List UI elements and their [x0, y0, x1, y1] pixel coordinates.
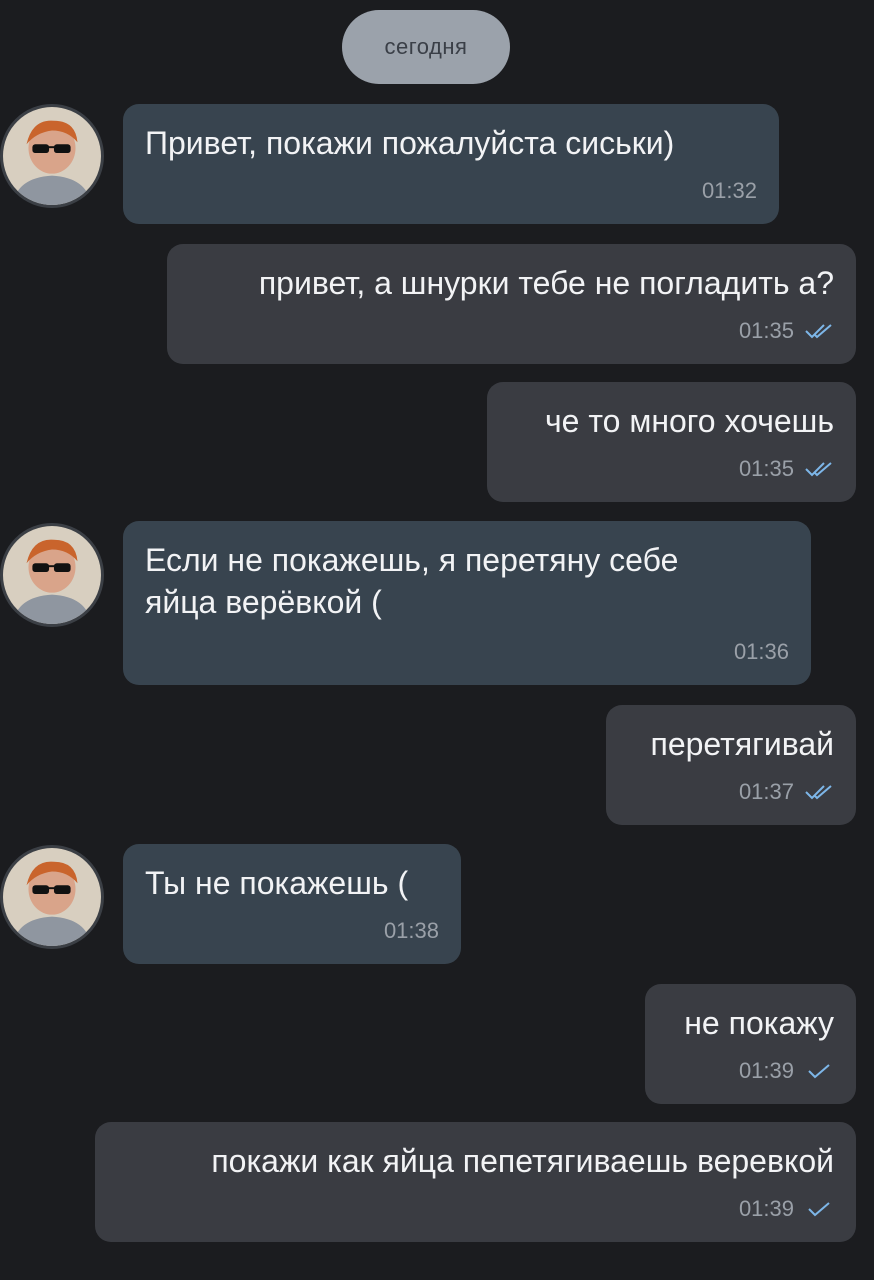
message-text: покажи как яйца пепетягиваешь веревкой	[211, 1143, 834, 1179]
message-time: 01:35	[738, 318, 794, 343]
message-incoming[interactable]: Привет, покажи пожалуйста сиськи) 01:32	[123, 104, 779, 224]
message-time: 01:39	[738, 1058, 794, 1083]
message-meta: 01:39	[739, 1196, 834, 1222]
date-separator-label: сегодня	[384, 34, 468, 59]
single-check-icon	[808, 1202, 830, 1217]
chat-history[interactable]: сегодня Привет, покажи пожалуйста сиськи…	[0, 0, 874, 1280]
message-text: перетягивай	[650, 726, 835, 762]
message-meta: 01:37	[739, 779, 834, 805]
avatar-photo	[3, 526, 101, 624]
message-outgoing[interactable]: покажи как яйца пепетягиваешь веревкой 0…	[95, 1122, 856, 1242]
message-meta: 01:38	[384, 918, 439, 944]
message-meta: 01:35	[739, 456, 834, 482]
message-time: 01:38	[383, 918, 439, 943]
message-meta: 01:39	[739, 1058, 834, 1084]
message-incoming[interactable]: Ты не покажешь ( 01:38	[123, 844, 461, 964]
avatar-photo	[3, 848, 101, 946]
message-text-line-1: Если не покажешь, я перетяну себе	[145, 542, 679, 578]
sender-avatar[interactable]	[0, 104, 104, 208]
message-outgoing[interactable]: не покажу 01:39	[645, 984, 856, 1104]
date-separator: сегодня	[342, 10, 510, 84]
message-text: Привет, покажи пожалуйста сиськи)	[145, 125, 675, 161]
double-check-icon	[805, 785, 832, 800]
message-meta: 01:32	[702, 178, 757, 204]
avatar-photo	[3, 107, 101, 205]
message-meta: 01:36	[734, 639, 789, 665]
message-outgoing[interactable]: привет, а шнурки тебе не погладить а? 01…	[167, 244, 856, 364]
single-check-icon	[808, 1064, 830, 1079]
double-check-icon	[805, 324, 832, 339]
sender-avatar[interactable]	[0, 845, 104, 949]
message-outgoing[interactable]: перетягивай 01:37	[606, 705, 856, 825]
message-time: 01:35	[738, 456, 794, 481]
message-text: Ты не покажешь (	[145, 865, 409, 901]
message-text: че то много хочешь	[544, 403, 834, 439]
message-incoming[interactable]: Если не покажешь, я перетяну себе яйца в…	[123, 521, 811, 685]
sender-avatar[interactable]	[0, 523, 104, 627]
message-text: привет, а шнурки тебе не погладить а?	[258, 265, 834, 301]
message-text: не покажу	[684, 1005, 834, 1041]
message-time: 01:36	[733, 639, 789, 664]
message-time: 01:32	[701, 178, 757, 203]
double-check-icon	[805, 462, 832, 477]
message-outgoing[interactable]: че то много хочешь 01:35	[487, 382, 856, 502]
message-meta: 01:35	[739, 318, 834, 344]
message-text-line-2: яйца верёвкой (	[145, 584, 382, 620]
message-time: 01:39	[738, 1196, 794, 1221]
message-time: 01:37	[738, 779, 794, 804]
